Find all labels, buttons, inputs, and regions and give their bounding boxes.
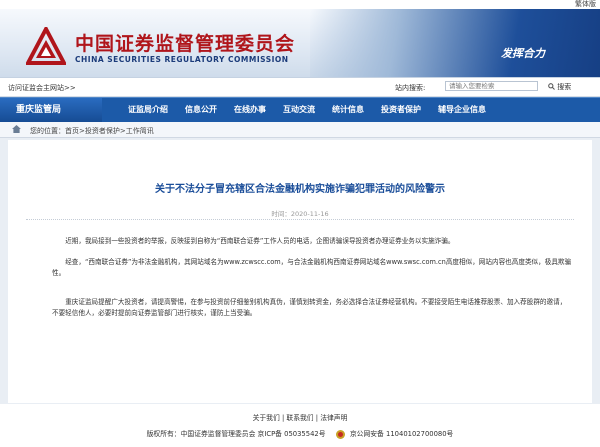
main-nav: 重庆监管局 证监局介绍 信息公开 在线办事 互动交流 统计信息 投资者保护 辅导… bbox=[0, 97, 600, 122]
page: 繁体版 中国证券监督管理委员会 CHINA SECURITIES REGULAT… bbox=[0, 0, 600, 447]
footer-copyright-line: 版权所有：中国证券监督管理委员会 京ICP备 05035542号 京公网安备 1… bbox=[0, 428, 600, 439]
nav-item-investor-protection[interactable]: 投资者保护 bbox=[381, 98, 421, 122]
police-record-text: 京公网安备 11040102700080号 bbox=[349, 430, 454, 438]
article-date: 时间：2020-11-16 bbox=[271, 210, 329, 218]
search-label: 站内搜索: bbox=[395, 84, 426, 92]
nav-item-intro[interactable]: 证监局介绍 bbox=[128, 98, 168, 122]
nav-items: 证监局介绍 信息公开 在线办事 互动交流 统计信息 投资者保护 辅导企业信息 bbox=[128, 98, 503, 122]
footer: 关于我们 | 联系我们 | 法律声明 版权所有：中国证券监督管理委员会 京ICP… bbox=[0, 404, 600, 447]
search-input[interactable] bbox=[445, 81, 538, 91]
nav-item-online-services[interactable]: 在线办事 bbox=[234, 98, 266, 122]
nav-item-coaching[interactable]: 辅导企业信息 bbox=[438, 98, 486, 122]
nav-item-disclosure[interactable]: 信息公开 bbox=[185, 98, 217, 122]
org-name-cn: 中国证券监督管理委员会 bbox=[75, 33, 296, 55]
breadcrumb-text[interactable]: 您的位置：首页>投资者保护>工作简讯 bbox=[30, 126, 154, 136]
article-paragraph: 经查，“西南联合证券”为非法金融机构，其网站域名为www.zcwscc.com，… bbox=[52, 258, 572, 277]
footer-links[interactable]: 关于我们 | 联系我们 | 法律声明 bbox=[0, 412, 600, 422]
slogan: 发挥合力 bbox=[501, 47, 545, 60]
top-bar: 繁体版 bbox=[0, 0, 600, 9]
search-button[interactable]: 搜索 bbox=[548, 82, 571, 92]
traditional-chinese-link[interactable]: 繁体版 bbox=[575, 0, 596, 9]
nav-item-statistics[interactable]: 统计信息 bbox=[332, 98, 364, 122]
main-site-link[interactable]: 访问证监会主网站>> bbox=[8, 83, 76, 93]
police-emblem-icon bbox=[335, 429, 345, 439]
org-name-en: CHINA SECURITIES REGULATORY COMMISSION bbox=[75, 55, 289, 64]
header-banner: 中国证券监督管理委员会 CHINA SECURITIES REGULATORY … bbox=[0, 9, 600, 78]
article-paragraph: 重庆证监局提醒广大投资者，请提高警惕，在参与投资前仔细鉴别机构真伪，谨慎划转资金… bbox=[52, 298, 567, 317]
home-icon bbox=[12, 125, 21, 133]
article-title: 关于不法分子冒充辖区合法金融机构实施诈骗犯罪活动的风险警示 bbox=[155, 184, 445, 195]
csrc-logo-icon bbox=[26, 27, 66, 65]
nav-item-interaction[interactable]: 互动交流 bbox=[283, 98, 315, 122]
article-paragraph: 近期，我局接到一些投资者的举报，反映接到自称为“西南联合证券”工作人员的电话，企… bbox=[65, 237, 455, 245]
banner-wave bbox=[310, 9, 600, 77]
title-divider bbox=[26, 219, 574, 220]
toolbar: 访问证监会主网站>> 站内搜索: 搜索 bbox=[0, 78, 600, 97]
breadcrumb: 您的位置：首页>投资者保护>工作简讯 bbox=[0, 122, 600, 138]
article-panel: 关于不法分子冒充辖区合法金融机构实施诈骗犯罪活动的风险警示 时间：2020-11… bbox=[8, 140, 592, 403]
search-button-label: 搜索 bbox=[557, 83, 572, 91]
copyright-text: 版权所有：中国证券监督管理委员会 京ICP备 05035542号 bbox=[146, 430, 326, 438]
nav-region[interactable]: 重庆监管局 bbox=[0, 98, 102, 122]
search-icon bbox=[548, 83, 555, 90]
